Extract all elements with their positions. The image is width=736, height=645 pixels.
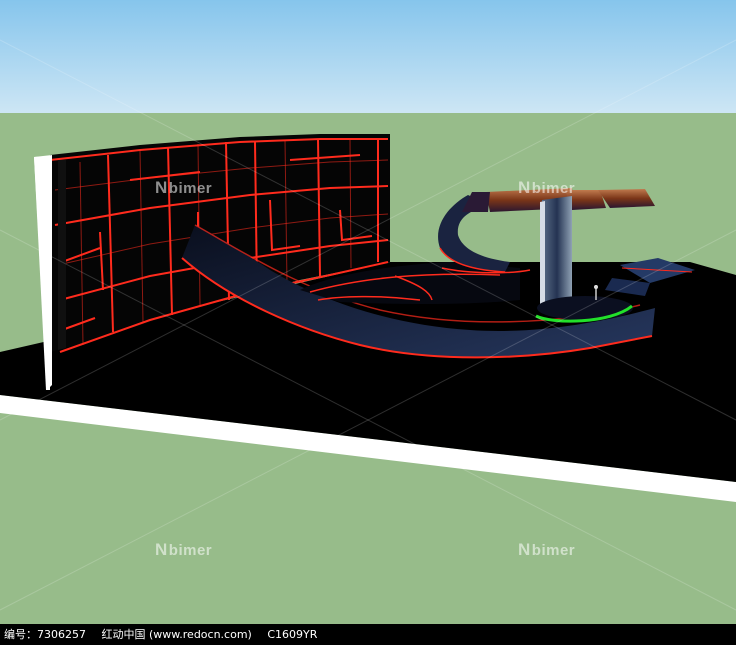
footer-bar: 编号：7306257 红动中国 (www.redocn.com) C1609YR xyxy=(0,624,736,645)
footer-code: C1609YR xyxy=(267,628,318,641)
watermark-text: Nbimer xyxy=(155,178,213,197)
watermark-text: Nbimer xyxy=(518,540,576,559)
stage-3d-model-view xyxy=(0,0,736,624)
vertical-screen xyxy=(542,196,572,308)
sky xyxy=(0,0,736,113)
footer-id: 编号：7306257 xyxy=(4,628,86,641)
watermark-text: Nbimer xyxy=(155,540,213,559)
watermark-text: Nbimer xyxy=(518,178,576,197)
footer-site: 红动中国 (www.redocn.com) xyxy=(101,628,252,641)
